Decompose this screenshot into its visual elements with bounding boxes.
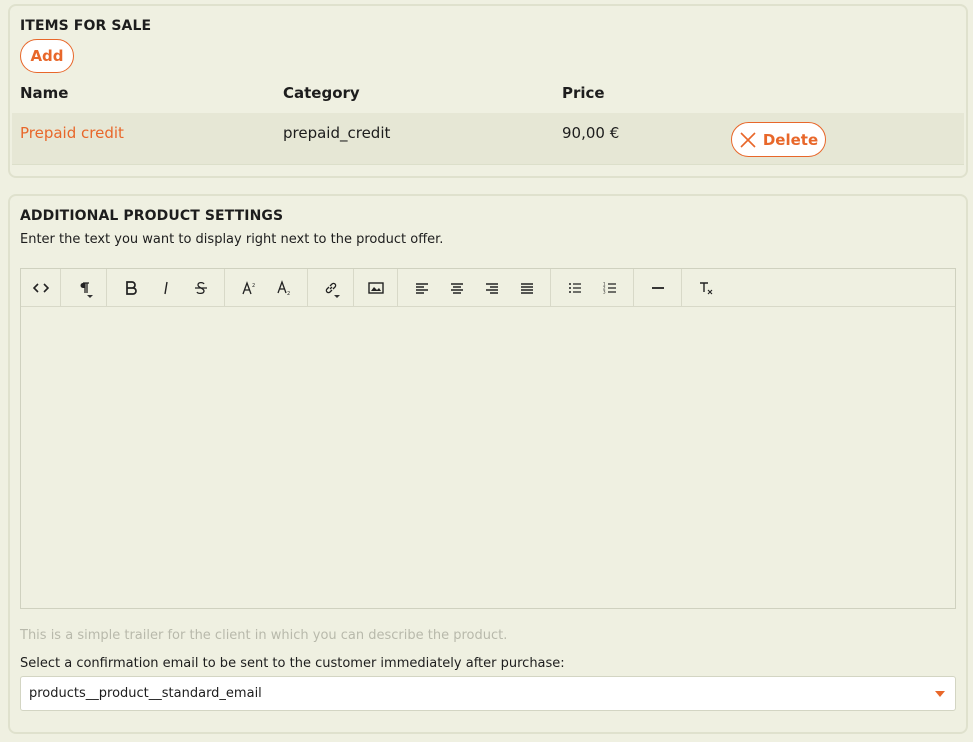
- chevron-down-icon: [935, 691, 945, 697]
- insert-image-icon[interactable]: [358, 269, 393, 307]
- confirmation-email-select[interactable]: products__product__standard_email: [20, 676, 956, 711]
- clear-formatting-icon[interactable]: [688, 269, 723, 307]
- item-name-link[interactable]: Prepaid credit: [20, 124, 124, 142]
- strikethrough-icon[interactable]: [183, 269, 218, 307]
- chevron-down-icon: [334, 294, 340, 298]
- insert-link-icon[interactable]: [313, 269, 348, 307]
- rich-text-editor: 2 2 1 2 3: [20, 268, 956, 609]
- delete-label: Delete: [762, 130, 819, 149]
- additional-settings-panel: ADDITIONAL PRODUCT SETTINGS Enter the te…: [8, 194, 968, 734]
- ordered-list-icon[interactable]: 123: [592, 269, 627, 307]
- paragraph-format-icon[interactable]: [66, 269, 101, 307]
- subscript-icon[interactable]: 2: [266, 269, 301, 307]
- editor-toolbar: 2 2 1 2 3: [21, 269, 955, 307]
- editor-hint-text: This is a simple trailer for the client …: [20, 628, 508, 643]
- italic-icon[interactable]: [148, 269, 183, 307]
- column-header-price: Price: [562, 84, 605, 102]
- item-price: 90,00 €: [562, 124, 620, 142]
- add-item-button[interactable]: Add: [20, 39, 74, 73]
- editor-content-area[interactable]: [21, 307, 955, 608]
- settings-description: Enter the text you want to display right…: [20, 232, 444, 247]
- email-select-label: Select a confirmation email to be sent t…: [20, 656, 565, 671]
- items-section-title: ITEMS FOR SALE: [20, 18, 152, 34]
- superscript-icon[interactable]: 2: [231, 269, 266, 307]
- column-header-name: Name: [20, 84, 69, 102]
- align-justify-icon[interactable]: [509, 269, 544, 307]
- svg-text:2: 2: [252, 283, 255, 289]
- unordered-list-icon[interactable]: [557, 269, 592, 307]
- svg-text:3: 3: [603, 289, 606, 294]
- email-select-value: products__product__standard_email: [29, 686, 262, 701]
- item-category: prepaid_credit: [283, 124, 391, 142]
- code-view-icon[interactable]: [23, 269, 58, 307]
- align-left-icon[interactable]: [404, 269, 439, 307]
- align-center-icon[interactable]: [439, 269, 474, 307]
- chevron-down-icon: [87, 294, 93, 298]
- svg-text:2: 2: [287, 291, 290, 296]
- align-right-icon[interactable]: [474, 269, 509, 307]
- delete-item-button[interactable]: Delete: [731, 122, 826, 157]
- close-icon: [739, 131, 757, 149]
- settings-section-title: ADDITIONAL PRODUCT SETTINGS: [20, 208, 284, 224]
- bold-icon[interactable]: [113, 269, 148, 307]
- column-header-category: Category: [283, 84, 360, 102]
- items-for-sale-panel: ITEMS FOR SALE Add Name Category Price P…: [8, 4, 968, 178]
- horizontal-line-icon[interactable]: [640, 269, 675, 307]
